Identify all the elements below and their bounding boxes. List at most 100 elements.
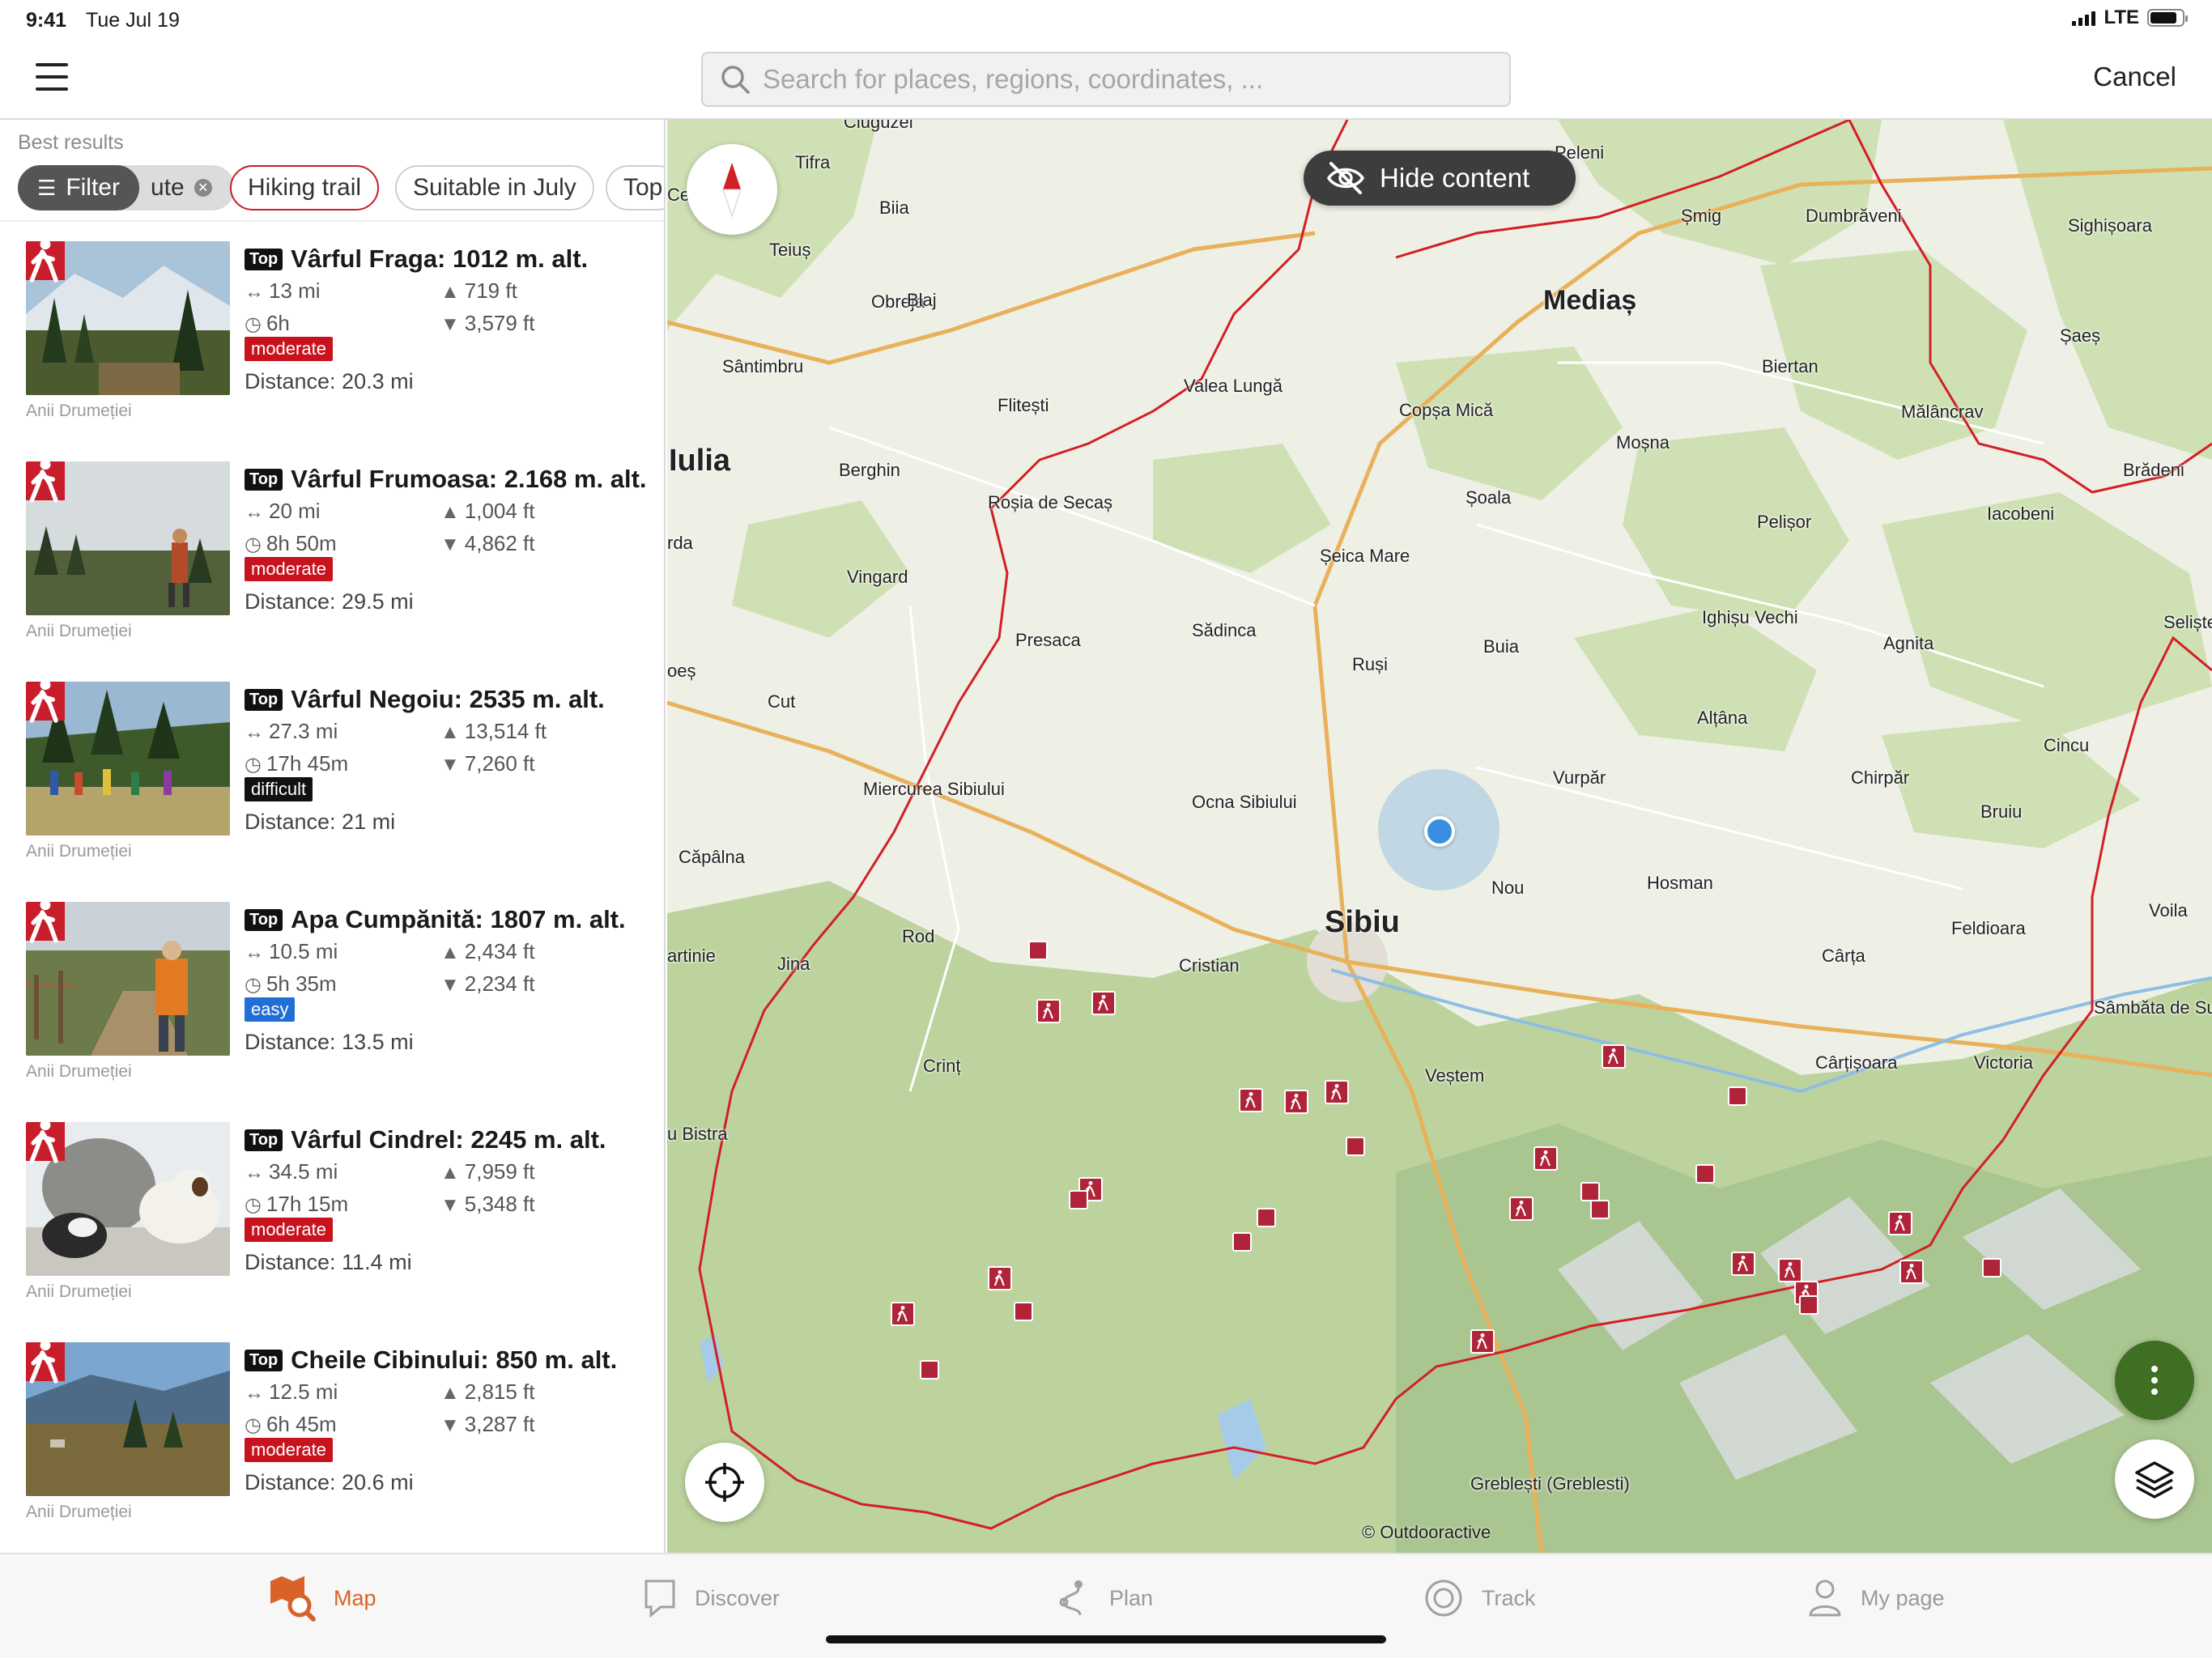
top-navbar: Cancel	[0, 40, 2212, 120]
search-input[interactable]	[763, 64, 1491, 95]
tour-descent: ▼ 3,579 ft	[440, 311, 535, 336]
tour-title: Top Cheile Cibinului: 850 m. alt.	[245, 1346, 617, 1375]
hiking-poi-marker[interactable]	[1325, 1080, 1349, 1104]
poi-marker[interactable]	[1257, 1208, 1276, 1227]
hiking-poi-marker[interactable]	[1239, 1088, 1263, 1112]
map-view[interactable]: Ciuguzel Tifra Teiuș Biia Obreja Blaj Sâ…	[667, 120, 2212, 1553]
tab-plan[interactable]: Plan	[1056, 1574, 1153, 1622]
tab-track[interactable]: Track	[1423, 1574, 1536, 1622]
map-label: Sibiu	[1325, 905, 1400, 939]
map-label: Ocna Sibiului	[1192, 792, 1297, 812]
tour-distance: Distance: 29.5 mi	[245, 589, 414, 614]
hide-content-label: Hide content	[1380, 163, 1530, 193]
menu-icon[interactable]	[36, 63, 68, 96]
tour-list-item[interactable]: Anii Drumeției Top Vârful Cindrel: 2245 m…	[0, 1122, 664, 1342]
filter-sliders-icon: ☰	[37, 175, 57, 200]
tour-descent: ▼ 3,287 ft	[440, 1412, 535, 1437]
tour-length: ↔ 34.5 mi	[245, 1159, 338, 1184]
tour-duration-value: 17h 45m	[266, 751, 349, 776]
map-label: Flitești	[998, 395, 1049, 415]
map-label: Seliștea	[2163, 612, 2212, 632]
chip-close-icon[interactable]: ✕	[194, 179, 212, 197]
hiking-poi-marker[interactable]	[1036, 999, 1061, 1023]
difficulty-badge: difficult	[245, 777, 313, 801]
tour-list-item[interactable]: Anii Drumeției Top Vârful Frumoasa: 2.168…	[0, 461, 664, 682]
tab-my-page-label: My page	[1861, 1585, 1945, 1610]
difficulty-badge: moderate	[245, 557, 333, 581]
tour-ascent: ▲ 719 ft	[440, 278, 517, 304]
compass-button[interactable]	[687, 144, 777, 235]
tour-photo	[26, 461, 230, 615]
filter-button[interactable]: ☰ Filter	[18, 165, 139, 210]
tour-list-item[interactable]: Anii Drumeției Top Cheile Cibinului: 850 …	[0, 1342, 664, 1553]
hiking-poi-marker[interactable]	[988, 1266, 1012, 1290]
hiking-poi-marker[interactable]	[1888, 1211, 1912, 1235]
tab-map[interactable]: Map	[267, 1574, 376, 1622]
compass-icon	[722, 163, 742, 218]
tour-descent-value: 3,287 ft	[464, 1412, 535, 1436]
tab-discover[interactable]: Discover	[643, 1574, 780, 1622]
tour-list-item[interactable]: Anii Drumeției Top Vârful Fraga: 1012 m. …	[0, 241, 664, 461]
top-badge: Top	[245, 1129, 283, 1151]
hiking-poi-marker[interactable]	[1509, 1197, 1534, 1221]
descent-icon: ▼	[440, 974, 460, 996]
tour-list-item[interactable]: Anii Drumeției Top Apa Cumpănită: 1807 m.…	[0, 902, 664, 1122]
map-label: Presaca	[1015, 630, 1081, 650]
map-layers-button[interactable]	[2115, 1439, 2194, 1519]
poi-marker[interactable]	[1346, 1137, 1365, 1156]
tab-my-page[interactable]: My page	[1807, 1574, 1945, 1622]
hiking-icon	[26, 1122, 65, 1163]
photo-credit: Anii Drumeției	[26, 1282, 132, 1301]
home-indicator[interactable]	[826, 1635, 1386, 1643]
hide-content-button[interactable]: Hide content	[1304, 151, 1576, 206]
poi-marker[interactable]	[1232, 1232, 1252, 1252]
map-label: Sădinca	[1192, 620, 1257, 640]
map-label: Teiuș	[769, 240, 811, 260]
tour-photo	[26, 1122, 230, 1276]
hiking-poi-marker[interactable]	[1602, 1044, 1626, 1069]
clock-icon: ◷	[245, 1414, 262, 1436]
divider	[0, 220, 664, 222]
hiking-poi-marker[interactable]	[1731, 1252, 1755, 1276]
hiking-poi-marker[interactable]	[891, 1302, 915, 1326]
poi-marker[interactable]	[1014, 1302, 1033, 1321]
hiking-poi-marker[interactable]	[1284, 1090, 1308, 1114]
search-icon	[721, 66, 750, 94]
map-label: Ighișu Vechi	[1702, 607, 1798, 627]
search-bar[interactable]	[701, 52, 1511, 107]
chip-suitable-july[interactable]: Suitable in July	[395, 165, 594, 210]
chip-top[interactable]: Top	[606, 165, 664, 210]
tour-list-item[interactable]: Anii Drumeției Top Vârful Negoiu: 2535 m.…	[0, 682, 664, 902]
status-bar: 9:41 Tue Jul 19 LTE	[0, 0, 2212, 40]
map-label: Sighișoara	[2068, 215, 2152, 236]
poi-marker[interactable]	[1580, 1182, 1600, 1201]
length-icon: ↔	[245, 501, 264, 523]
cancel-button[interactable]: Cancel	[2093, 62, 2176, 92]
hiking-poi-marker[interactable]	[1091, 991, 1116, 1015]
hiking-poi-marker[interactable]	[1778, 1258, 1802, 1282]
map-label: Șeica Mare	[1320, 546, 1410, 566]
descent-icon: ▼	[440, 534, 460, 555]
map-label: Rod	[902, 926, 935, 946]
poi-marker[interactable]	[1069, 1190, 1088, 1209]
poi-marker[interactable]	[1695, 1164, 1715, 1184]
poi-marker[interactable]	[1982, 1258, 2001, 1278]
poi-marker[interactable]	[1590, 1200, 1610, 1219]
filter-label: Filter	[66, 174, 120, 201]
map-label: oeș	[667, 661, 696, 681]
more-options-button[interactable]	[2115, 1341, 2194, 1420]
network-label: LTE	[2104, 6, 2139, 28]
top-badge: Top	[245, 689, 283, 711]
chip-hiking-trail[interactable]: Hiking trail	[230, 165, 380, 210]
map-label: Vingard	[847, 567, 908, 587]
tour-duration-value: 5h 35m	[266, 971, 337, 996]
poi-marker[interactable]	[1028, 941, 1048, 960]
hiking-poi-marker[interactable]	[1470, 1329, 1495, 1354]
locate-me-button[interactable]	[685, 1443, 764, 1522]
hiking-poi-marker[interactable]	[1534, 1146, 1558, 1171]
poi-marker[interactable]	[920, 1360, 939, 1380]
map-attribution[interactable]: © Outdooractive	[1362, 1522, 1491, 1543]
hiking-poi-marker[interactable]	[1899, 1260, 1924, 1284]
poi-marker[interactable]	[1799, 1295, 1819, 1315]
poi-marker[interactable]	[1728, 1086, 1747, 1106]
